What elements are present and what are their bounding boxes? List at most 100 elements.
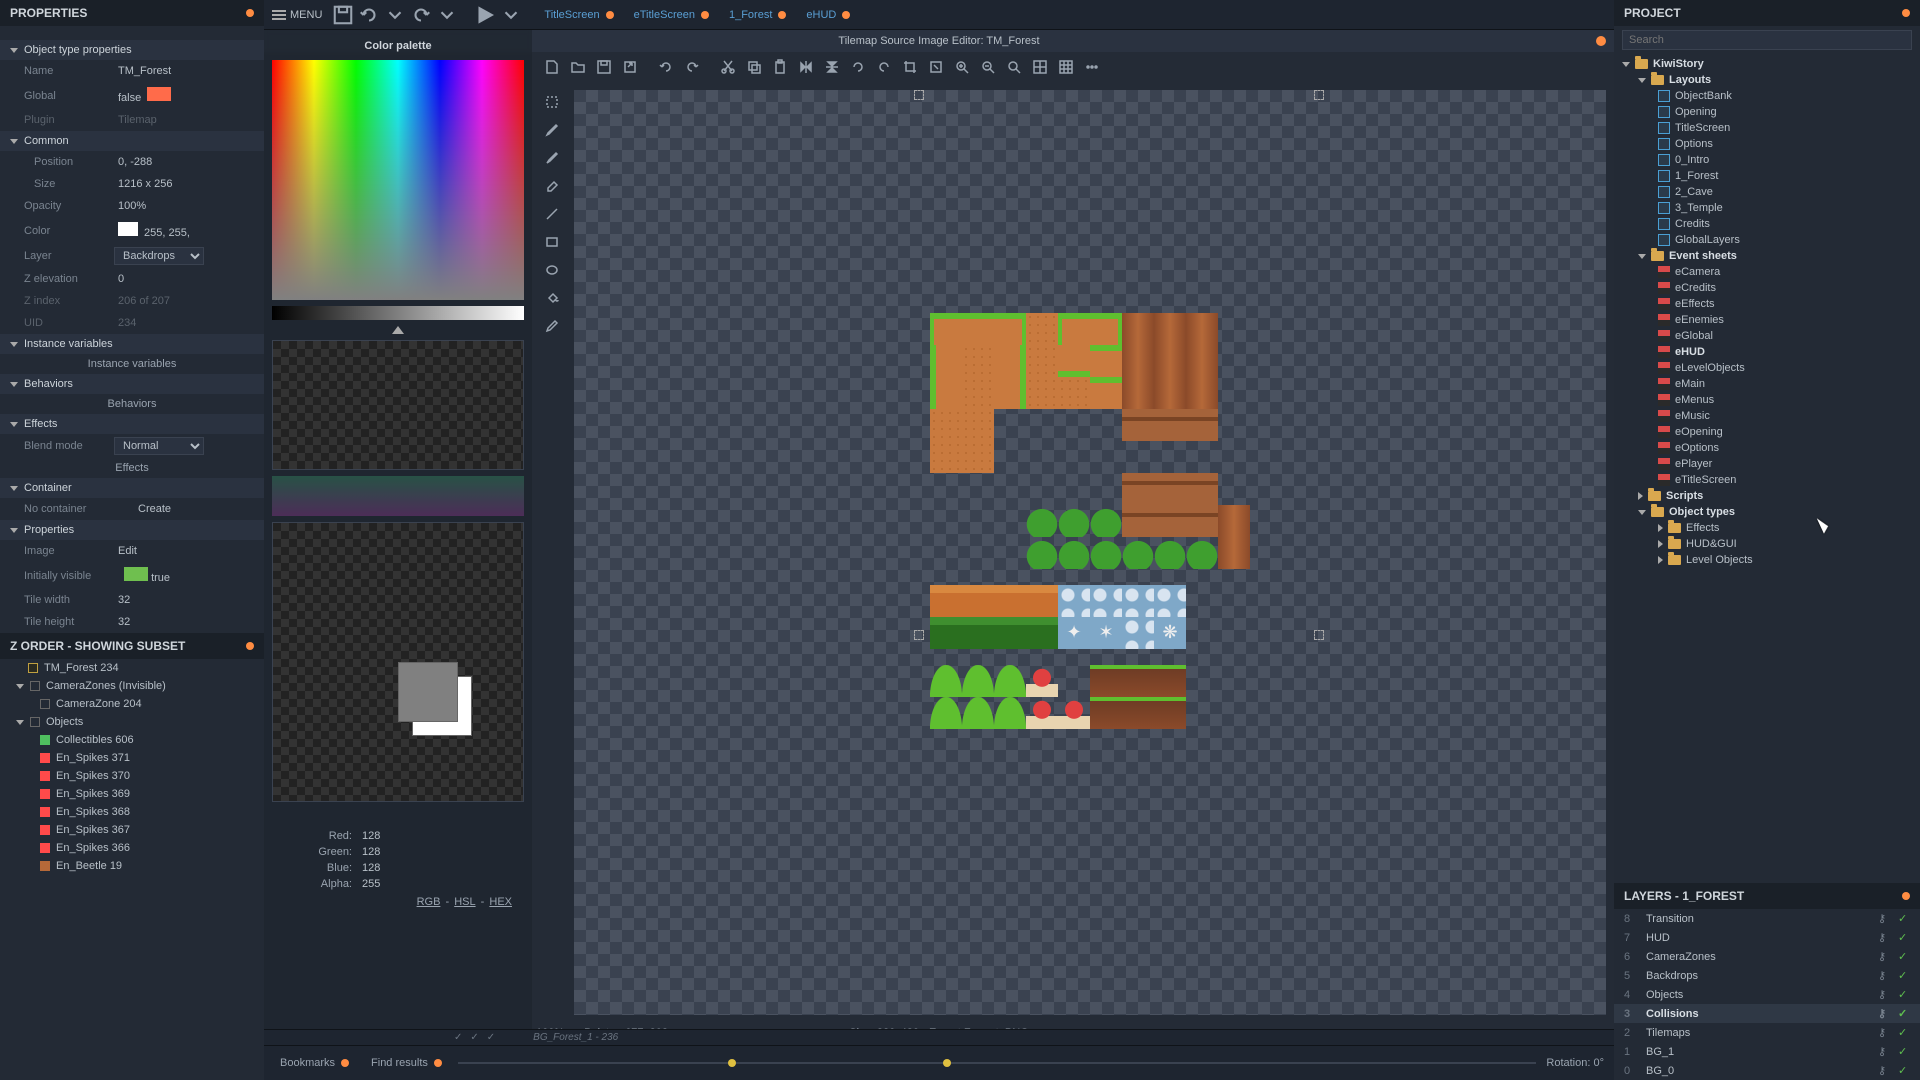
event-item[interactable]: eHUD xyxy=(1614,344,1920,360)
event-item[interactable]: eEnemies xyxy=(1614,312,1920,328)
section-object-type[interactable]: Object type properties xyxy=(0,40,264,60)
visible-icon[interactable]: ✓ xyxy=(1898,912,1910,925)
zorder-item[interactable]: En_Spikes 369 xyxy=(0,785,264,803)
zoom-out-icon[interactable] xyxy=(976,55,1000,79)
event-item[interactable]: eGlobal xyxy=(1614,328,1920,344)
pencil-icon[interactable] xyxy=(540,118,564,142)
find-results-tab[interactable]: Find results xyxy=(365,1055,448,1071)
redo-icon[interactable] xyxy=(680,55,704,79)
layout-item[interactable]: ObjectBank xyxy=(1614,88,1920,104)
zorder-item[interactable]: En_Spikes 367 xyxy=(0,821,264,839)
event-item[interactable]: eMenus xyxy=(1614,392,1920,408)
crop-icon[interactable] xyxy=(898,55,922,79)
brush-icon[interactable] xyxy=(540,146,564,170)
visible-icon[interactable]: ✓ xyxy=(1898,1026,1910,1039)
color-swatch[interactable] xyxy=(118,222,138,236)
redo-icon[interactable] xyxy=(410,4,432,26)
behaviors-button[interactable]: Behaviors xyxy=(0,394,264,414)
zorder-camerazones[interactable]: CameraZones (Invisible) xyxy=(0,677,264,695)
layer-row[interactable]: 7HUD⚷✓ xyxy=(1614,928,1920,947)
visible-icon[interactable]: ✓ xyxy=(1898,931,1910,944)
zorder-item[interactable]: En_Spikes 368 xyxy=(0,803,264,821)
zoom-in-icon[interactable] xyxy=(950,55,974,79)
zorder-objects[interactable]: Objects xyxy=(0,713,264,731)
menu-button[interactable]: MENU xyxy=(264,5,330,25)
layout-item[interactable]: TitleScreen xyxy=(1614,120,1920,136)
lock-icon[interactable]: ⚷ xyxy=(1878,1045,1890,1058)
alpha-value[interactable]: 255 xyxy=(362,878,380,890)
layer-row[interactable]: 0BG_0⚷✓ xyxy=(1614,1061,1920,1080)
layout-item[interactable]: GlobalLayers xyxy=(1614,232,1920,248)
create-button[interactable]: Create xyxy=(134,501,252,517)
fg-color-swatch[interactable] xyxy=(398,662,458,722)
tab-1forest[interactable]: 1_Forest xyxy=(721,5,794,25)
zorder-item[interactable]: Collectibles 606 xyxy=(0,731,264,749)
play-icon[interactable] xyxy=(474,4,496,26)
selection-handle[interactable] xyxy=(1314,630,1324,640)
fg-bg-preview[interactable] xyxy=(272,522,524,802)
visible-icon[interactable]: ✓ xyxy=(1898,969,1910,982)
selection-handle[interactable] xyxy=(914,630,924,640)
red-value[interactable]: 128 xyxy=(362,830,380,842)
tileheight-value[interactable]: 32 xyxy=(114,614,252,630)
zelev-value[interactable]: 0 xyxy=(114,271,252,287)
mode-hsl[interactable]: HSL xyxy=(454,896,475,908)
visible-icon[interactable]: ✓ xyxy=(1898,988,1910,1001)
blend-select[interactable]: Normal xyxy=(114,437,204,455)
undo-dropdown-icon[interactable] xyxy=(384,4,406,26)
mode-rgb[interactable]: RGB xyxy=(417,896,441,908)
global-toggle[interactable] xyxy=(147,87,171,101)
canvas[interactable]: ✦✶❋ xyxy=(574,90,1606,1015)
visible-icon[interactable]: ✓ xyxy=(1898,950,1910,963)
position-value[interactable]: 0, -288 xyxy=(114,154,252,170)
layer-row[interactable]: 2Tilemaps⚷✓ xyxy=(1614,1023,1920,1042)
event-item[interactable]: eEffects xyxy=(1614,296,1920,312)
lock-icon[interactable]: ⚷ xyxy=(1878,931,1890,944)
event-item[interactable]: eOptions xyxy=(1614,440,1920,456)
grid-icon[interactable] xyxy=(1028,55,1052,79)
zorder-camerazone-item[interactable]: CameraZone 204 xyxy=(0,695,264,713)
save-icon[interactable] xyxy=(332,4,354,26)
zorder-item[interactable]: En_Beetle 19 xyxy=(0,857,264,875)
event-item[interactable]: eMusic xyxy=(1614,408,1920,424)
save-file-icon[interactable] xyxy=(592,55,616,79)
new-file-icon[interactable] xyxy=(540,55,564,79)
layer-row[interactable]: 4Objects⚷✓ xyxy=(1614,985,1920,1004)
events-folder[interactable]: Event sheets xyxy=(1614,248,1920,264)
rect-icon[interactable] xyxy=(540,230,564,254)
effects-button[interactable]: Effects xyxy=(0,458,264,478)
bookmarks-tab[interactable]: Bookmarks xyxy=(274,1055,355,1071)
cut-icon[interactable] xyxy=(716,55,740,79)
layer-row[interactable]: 3Collisions⚷✓ xyxy=(1614,1004,1920,1023)
tilewidth-value[interactable]: 32 xyxy=(114,592,252,608)
zorder-item[interactable]: En_Spikes 366 xyxy=(0,839,264,857)
close-icon[interactable] xyxy=(1596,36,1606,46)
export-icon[interactable] xyxy=(618,55,642,79)
eyedropper-icon[interactable] xyxy=(540,314,564,338)
subfolder[interactable]: Effects xyxy=(1614,520,1920,536)
layer-select[interactable]: Backdrops xyxy=(114,247,204,265)
lock-icon[interactable]: ⚷ xyxy=(1878,988,1890,1001)
objtypes-folder[interactable]: Object types xyxy=(1614,504,1920,520)
subfolder[interactable]: HUD&GUI xyxy=(1614,536,1920,552)
section-container[interactable]: Container xyxy=(0,478,264,498)
lock-icon[interactable]: ⚷ xyxy=(1878,1007,1890,1020)
tab-etitlescreen[interactable]: eTitleScreen xyxy=(626,5,717,25)
event-item[interactable]: eOpening xyxy=(1614,424,1920,440)
scripts-folder[interactable]: Scripts xyxy=(1614,488,1920,504)
resize-icon[interactable] xyxy=(924,55,948,79)
layer-row[interactable]: 1BG_1⚷✓ xyxy=(1614,1042,1920,1061)
blue-value[interactable]: 128 xyxy=(362,862,380,874)
zorder-item[interactable]: En_Spikes 371 xyxy=(0,749,264,767)
undo-icon[interactable] xyxy=(358,4,380,26)
section-properties[interactable]: Properties xyxy=(0,520,264,540)
event-item[interactable]: eLevelObjects xyxy=(1614,360,1920,376)
section-common[interactable]: Common xyxy=(0,131,264,151)
zoom-fit-icon[interactable] xyxy=(1002,55,1026,79)
subfolder[interactable]: Level Objects xyxy=(1614,552,1920,568)
green-value[interactable]: 128 xyxy=(362,846,380,858)
open-folder-icon[interactable] xyxy=(566,55,590,79)
copy-icon[interactable] xyxy=(742,55,766,79)
lock-icon[interactable]: ⚷ xyxy=(1878,1026,1890,1039)
event-item[interactable]: eCamera xyxy=(1614,264,1920,280)
